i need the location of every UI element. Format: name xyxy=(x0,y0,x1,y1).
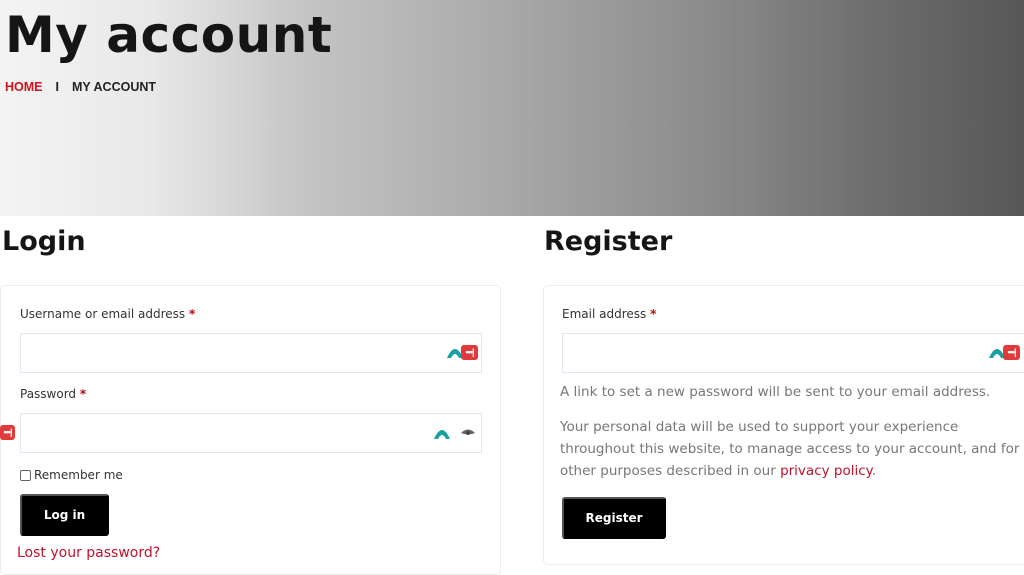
email-label: Email address * xyxy=(562,307,657,321)
breadcrumb-current: MY ACCOUNT xyxy=(71,80,157,94)
password-input[interactable] xyxy=(20,413,482,453)
privacy-notice: Your personal data will be used to suppo… xyxy=(560,419,1020,479)
password-manager-icon[interactable] xyxy=(434,427,450,439)
page-title: My account xyxy=(5,6,333,64)
remember-me-label: Remember me xyxy=(34,468,123,482)
login-button[interactable]: Log in xyxy=(20,494,109,536)
username-label: Username or email address * xyxy=(20,307,196,321)
required-mark: * xyxy=(650,307,657,321)
password-link-notice: A link to set a new password will be sen… xyxy=(560,384,991,400)
lost-password-link[interactable]: Lost your password? xyxy=(17,545,160,561)
autofill-dots-icon[interactable]: •••| xyxy=(0,425,15,440)
remember-me[interactable]: Remember me xyxy=(20,468,123,482)
remember-me-checkbox[interactable] xyxy=(20,469,31,481)
register-button[interactable]: Register xyxy=(562,497,666,539)
show-password-eye-icon[interactable] xyxy=(461,428,475,438)
password-label: Password * xyxy=(20,387,87,401)
username-input[interactable]: •••| xyxy=(20,333,482,373)
register-email-input[interactable]: •••| xyxy=(562,333,1024,373)
breadcrumb-separator: I xyxy=(55,80,59,94)
required-mark: * xyxy=(188,307,196,321)
privacy-policy-link[interactable]: privacy policy xyxy=(780,463,872,479)
required-mark: * xyxy=(79,387,87,401)
register-heading: Register xyxy=(544,226,673,257)
breadcrumb: HOME I MY ACCOUNT xyxy=(5,80,156,94)
breadcrumb-home-link[interactable]: HOME xyxy=(5,80,43,94)
login-heading: Login xyxy=(2,226,86,257)
autofill-dots-icon[interactable]: •••| xyxy=(461,345,478,360)
autofill-dots-icon[interactable]: •••| xyxy=(1003,345,1020,360)
page-hero: My account HOME I MY ACCOUNT xyxy=(0,0,1024,216)
